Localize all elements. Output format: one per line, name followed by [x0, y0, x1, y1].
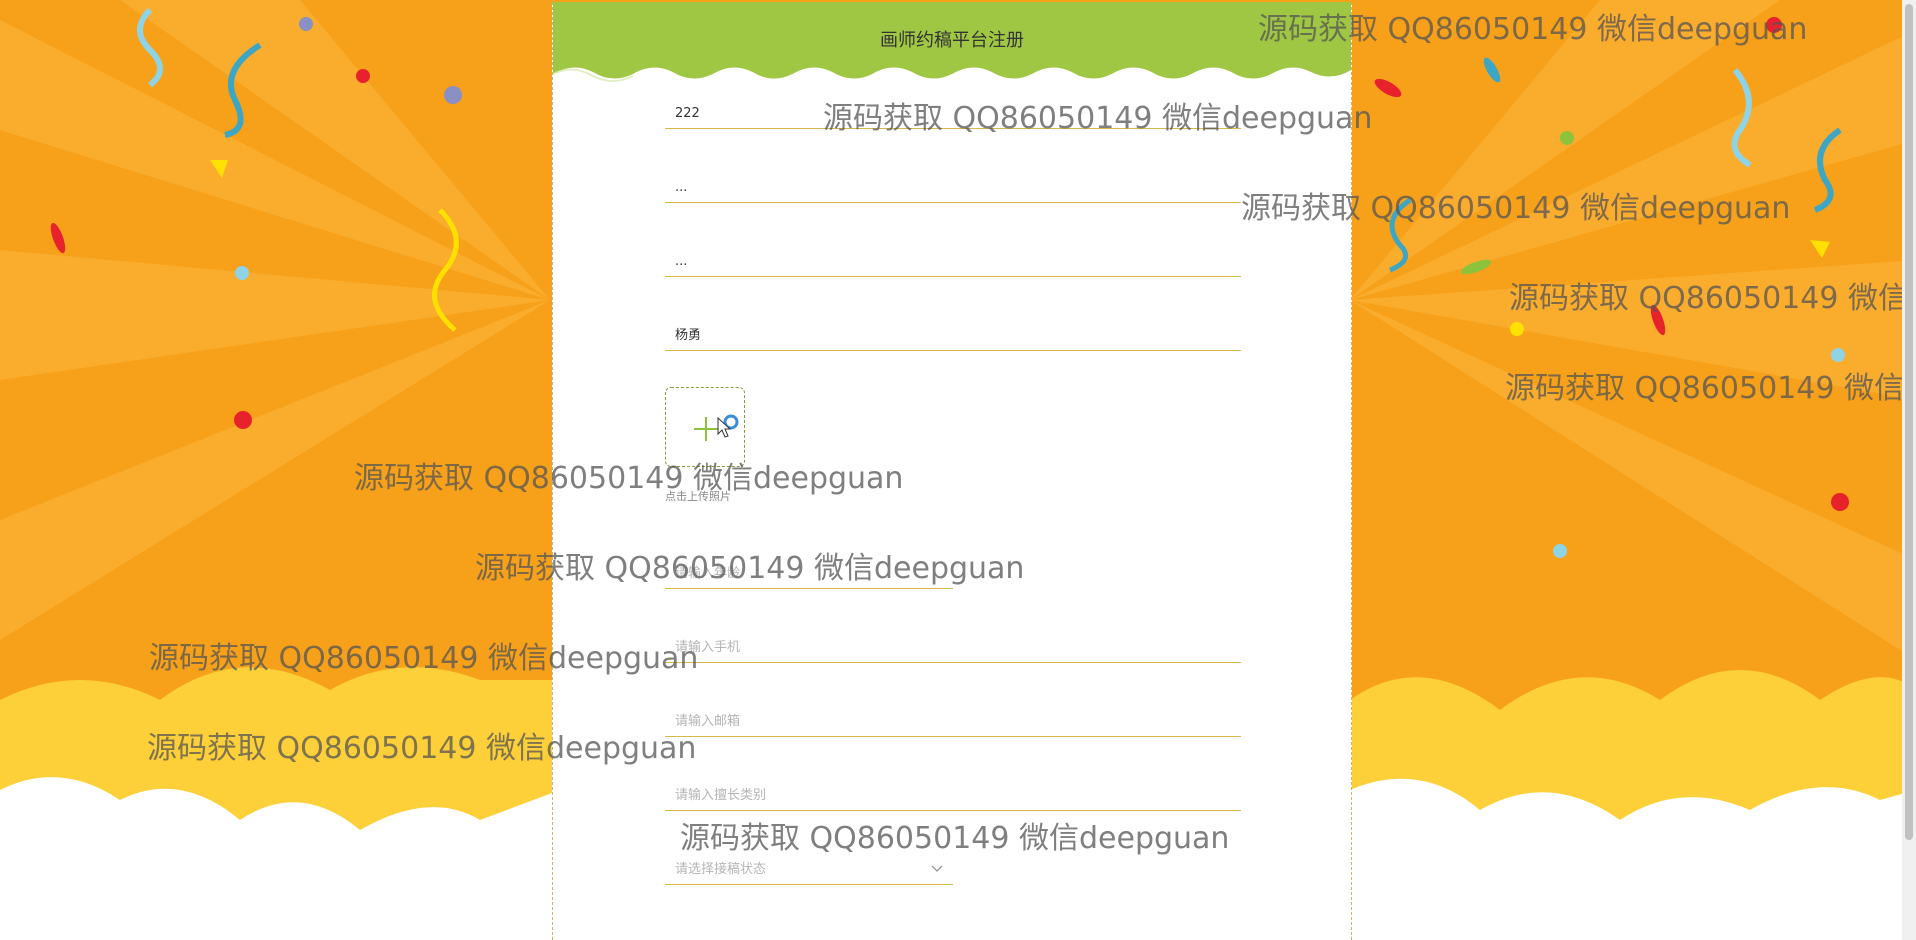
password-field[interactable]: ... — [665, 173, 1241, 203]
email-field[interactable]: 请输入邮箱 — [665, 707, 1241, 737]
account-field[interactable]: 222 — [665, 99, 1241, 129]
upload-hint: 点击上传照片 — [665, 490, 731, 503]
scrollbar[interactable] — [1902, 0, 1916, 940]
register-panel: 画师约稿平台注册 222 ... ... 杨勇 点击上传照片 请输入年龄 请输入… — [552, 2, 1352, 940]
confirm-password-field[interactable]: ... — [665, 247, 1241, 277]
panel-header: 画师约稿平台注册 — [553, 2, 1351, 84]
cursor-icon — [717, 414, 739, 438]
age-field[interactable]: 请输入年龄 — [665, 559, 953, 589]
page-title: 画师约稿平台注册 — [880, 30, 1024, 51]
status-select-placeholder: 请选择接稿状态 — [675, 862, 767, 877]
scrollbar-thumb[interactable] — [1905, 4, 1913, 840]
status-select[interactable]: 请选择接稿状态 — [665, 855, 953, 885]
name-field[interactable]: 杨勇 — [665, 321, 1241, 351]
phone-field[interactable]: 请输入手机 — [665, 633, 1241, 663]
specialty-field[interactable]: 请输入擅长类别 — [665, 781, 1241, 811]
chevron-down-icon — [931, 865, 943, 872]
photo-upload-button[interactable] — [665, 387, 745, 467]
